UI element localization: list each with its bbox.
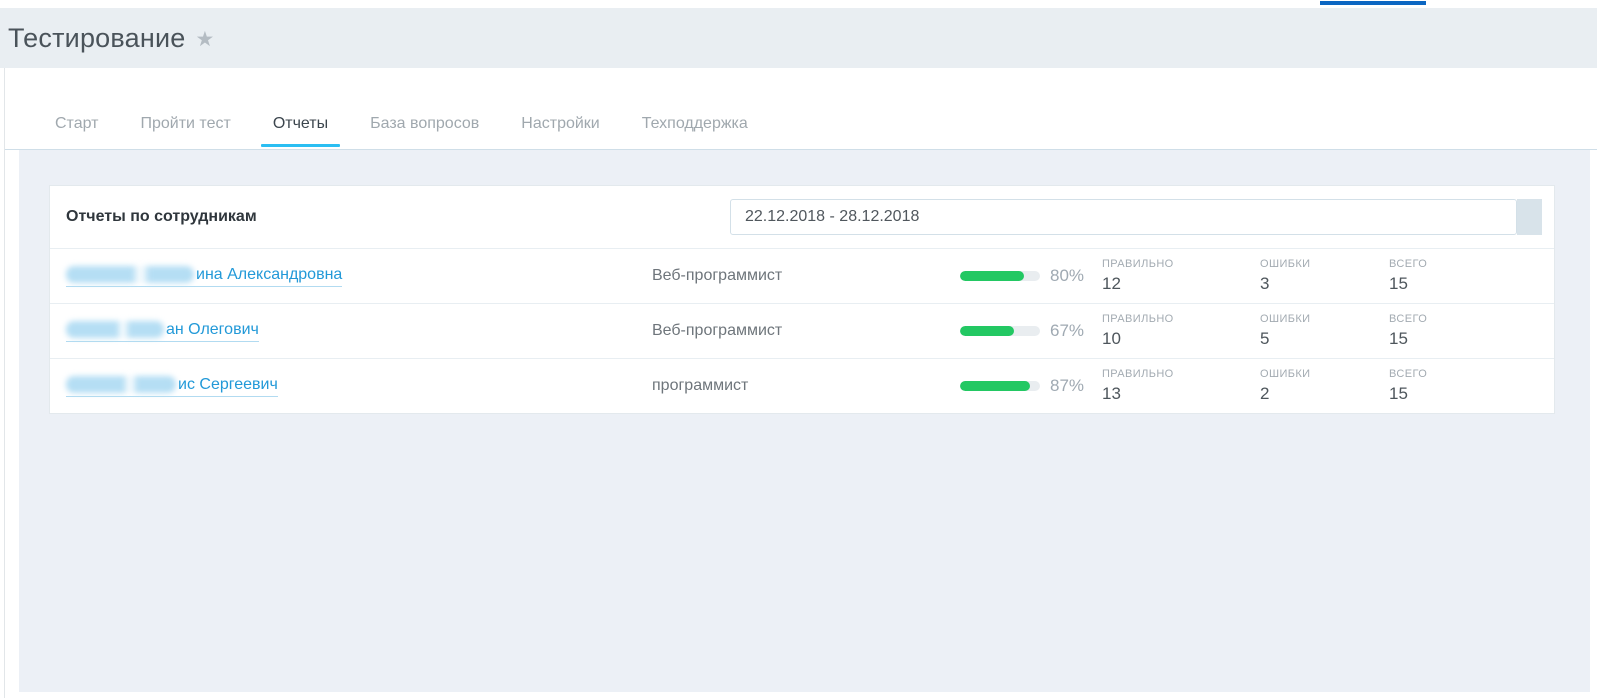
stat-errors-value: 2 [1260, 384, 1389, 404]
stat-correct: ПРАВИЛЬНО 12 [1102, 258, 1260, 294]
stat-errors: ОШИБКИ 2 [1260, 368, 1389, 404]
progress-fill [960, 381, 1030, 391]
stat-total: ВСЕГО 15 [1389, 258, 1538, 294]
employee-name-cell: ан Олегович [66, 321, 652, 342]
employee-position: Веб-программист [652, 322, 960, 340]
calendar-button[interactable] [1517, 199, 1542, 235]
content-panel: Отчеты по сотрудникам ина Александровна … [19, 150, 1590, 692]
stat-total-value: 15 [1389, 384, 1538, 404]
progress-track [960, 326, 1040, 336]
stat-correct-value: 13 [1102, 384, 1260, 404]
report-card: Отчеты по сотрудникам ина Александровна … [49, 185, 1555, 414]
employee-link[interactable]: ис Сергеевич [66, 376, 278, 397]
date-range-input[interactable] [730, 199, 1517, 235]
stat-correct-value: 10 [1102, 329, 1260, 349]
stat-correct-label: ПРАВИЛЬНО [1102, 313, 1260, 325]
page-title: Тестирование [8, 23, 185, 54]
progress-percent: 87% [1050, 376, 1084, 396]
employee-name-visible: ис Сергеевич [178, 376, 278, 394]
progress-percent: 67% [1050, 321, 1084, 341]
employee-name-visible: ан Олегович [166, 321, 259, 339]
employee-position: программист [652, 377, 960, 395]
tab-start[interactable]: Старт [49, 115, 104, 149]
stat-total-value: 15 [1389, 329, 1538, 349]
stat-errors-value: 5 [1260, 329, 1389, 349]
stat-errors-value: 3 [1260, 274, 1389, 294]
stat-correct-value: 12 [1102, 274, 1260, 294]
stat-errors-label: ОШИБКИ [1260, 368, 1389, 380]
employee-name-cell: ис Сергеевич [66, 376, 652, 397]
tab-take-test[interactable]: Пройти тест [134, 115, 236, 149]
employee-name-cell: ина Александровна [66, 266, 652, 287]
table-row: ина Александровна Веб-программист 80% ПР… [50, 248, 1554, 303]
progress-fill [960, 271, 1024, 281]
report-title: Отчеты по сотрудникам [66, 208, 257, 226]
stat-errors: ОШИБКИ 5 [1260, 313, 1389, 349]
employee-link[interactable]: ан Олегович [66, 321, 259, 342]
top-strip [0, 0, 1597, 8]
employee-name-visible: ина Александровна [196, 266, 342, 284]
progress-fill [960, 326, 1014, 336]
date-range-group [730, 199, 1542, 235]
stat-errors-label: ОШИБКИ [1260, 313, 1389, 325]
stat-correct: ПРАВИЛЬНО 13 [1102, 368, 1260, 404]
redacted-name-blur [66, 266, 194, 283]
tab-support[interactable]: Техподдержка [636, 115, 754, 149]
star-icon[interactable]: ★ [195, 27, 214, 52]
stat-correct-label: ПРАВИЛЬНО [1102, 368, 1260, 380]
tab-question-base[interactable]: База вопросов [364, 115, 485, 149]
tab-reports[interactable]: Отчеты [267, 115, 334, 149]
redacted-name-blur [66, 321, 164, 338]
stat-correct: ПРАВИЛЬНО 10 [1102, 313, 1260, 349]
top-tab-indicator [1320, 1, 1426, 5]
progress-track [960, 381, 1040, 391]
stat-total: ВСЕГО 15 [1389, 368, 1538, 404]
main-container: Старт Пройти тест Отчеты База вопросов Н… [4, 68, 1597, 698]
stat-total: ВСЕГО 15 [1389, 313, 1538, 349]
table-row: ис Сергеевич программист 87% ПРАВИЛЬНО 1… [50, 358, 1554, 413]
report-card-header: Отчеты по сотрудникам [50, 186, 1554, 248]
page-header: Тестирование ★ [0, 8, 1597, 68]
progress-percent: 80% [1050, 266, 1084, 286]
progress-track [960, 271, 1040, 281]
progress-cell: 87% [960, 376, 1102, 396]
redacted-name-blur [66, 376, 176, 393]
stat-total-value: 15 [1389, 274, 1538, 294]
employee-link[interactable]: ина Александровна [66, 266, 342, 287]
stat-correct-label: ПРАВИЛЬНО [1102, 258, 1260, 270]
stat-total-label: ВСЕГО [1389, 368, 1538, 380]
tab-settings[interactable]: Настройки [515, 115, 605, 149]
stat-total-label: ВСЕГО [1389, 258, 1538, 270]
progress-cell: 80% [960, 266, 1102, 286]
tab-bar: Старт Пройти тест Отчеты База вопросов Н… [5, 68, 1597, 150]
stat-errors: ОШИБКИ 3 [1260, 258, 1389, 294]
table-row: ан Олегович Веб-программист 67% ПРАВИЛЬН… [50, 303, 1554, 358]
employee-position: Веб-программист [652, 267, 960, 285]
progress-cell: 67% [960, 321, 1102, 341]
stat-errors-label: ОШИБКИ [1260, 258, 1389, 270]
stat-total-label: ВСЕГО [1389, 313, 1538, 325]
